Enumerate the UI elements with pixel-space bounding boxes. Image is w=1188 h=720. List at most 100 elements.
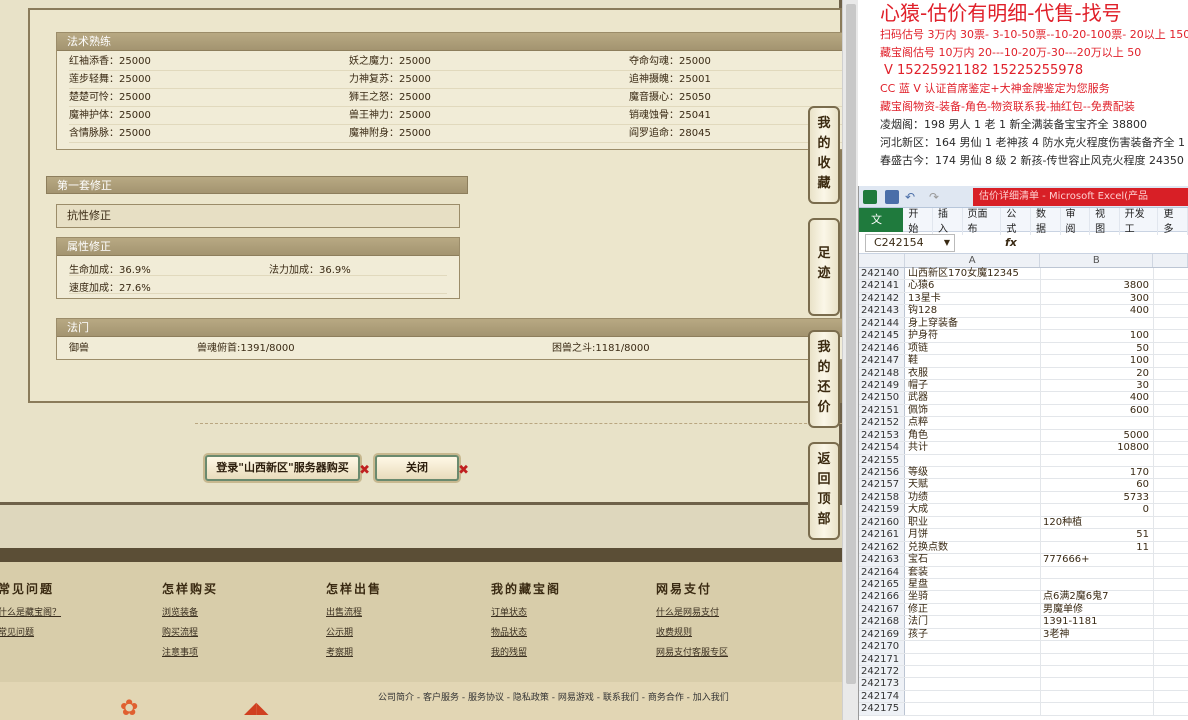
cell-b[interactable] [1041,317,1154,330]
cell-b[interactable]: 100 [1041,355,1154,367]
cell-b[interactable]: 170 [1041,467,1154,479]
footer-link[interactable]: 公示期 [326,623,382,643]
cell-b[interactable]: 5000 [1041,429,1154,442]
corner-cell[interactable] [859,254,905,267]
row-number[interactable]: 242149 [859,379,905,392]
cell-b[interactable]: 777666+ [1041,554,1154,566]
row-number[interactable]: 242141 [859,280,905,292]
row-number[interactable]: 242147 [859,355,905,367]
row-number[interactable]: 242146 [859,342,905,355]
footer-link[interactable]: 什么是藏宝阁？ [0,603,61,623]
row-number[interactable]: 242158 [859,491,905,504]
cell-b[interactable]: 400 [1041,305,1154,317]
row-number[interactable]: 242166 [859,591,905,603]
cell-b[interactable]: 5733 [1041,491,1154,504]
cell-b[interactable] [1041,417,1154,429]
cell-a[interactable]: 修正 [905,603,1041,616]
cell-a[interactable]: 武器 [905,392,1041,404]
column-header-a[interactable]: A [905,254,1041,267]
my-offers-button[interactable]: 我的还价 [808,330,840,428]
tab-developer[interactable]: 开发工 [1120,204,1159,235]
cell-a[interactable]: 身上穿装备 [905,317,1041,330]
row-number[interactable]: 242142 [859,292,905,305]
row-number[interactable]: 242165 [859,578,905,591]
cell-b[interactable]: 3老神 [1041,628,1154,641]
row-number[interactable]: 242143 [859,305,905,317]
cell-a[interactable]: 兑换点数 [905,541,1041,554]
cell-a[interactable] [905,641,1041,653]
footer-link[interactable]: 购买流程 [162,623,218,643]
row-number[interactable]: 242157 [859,479,905,491]
cell-b[interactable]: 60 [1041,479,1154,491]
cell-a[interactable]: 功绩 [905,491,1041,504]
cell-a[interactable]: 13星卡 [905,292,1041,305]
cell-b[interactable]: 30 [1041,379,1154,392]
row-number[interactable]: 242160 [859,516,905,529]
cell-b[interactable] [1041,690,1154,703]
tab-more[interactable]: 更多 [1158,204,1188,235]
cell-b[interactable] [1041,641,1154,653]
cell-a[interactable]: 法门 [905,616,1041,628]
footer-link[interactable]: 物品状态 [491,623,561,643]
footer-link[interactable]: 考察期 [326,643,382,663]
scrollbar-thumb[interactable] [846,4,856,684]
cell-a[interactable]: 帽子 [905,379,1041,392]
cell-a[interactable]: 点粹 [905,417,1041,429]
footer-link[interactable]: 浏览装备 [162,603,218,623]
row-number[interactable]: 242162 [859,541,905,554]
cell-b[interactable]: 50 [1041,342,1154,355]
redo-icon[interactable]: ↷ [929,190,943,204]
cell-a[interactable]: 孩子 [905,628,1041,641]
footer-link[interactable]: 网易支付客服专区 [656,643,728,663]
row-number[interactable]: 242150 [859,392,905,404]
tab-data[interactable]: 数据 [1031,204,1061,235]
row-number[interactable]: 242140 [859,268,905,280]
row-number[interactable]: 242168 [859,616,905,628]
cell-a[interactable]: 共计 [905,442,1041,454]
row-number[interactable]: 242145 [859,330,905,342]
cell-a[interactable]: 衣服 [905,367,1041,379]
cell-a[interactable]: 佩饰 [905,404,1041,417]
row-number[interactable]: 242152 [859,417,905,429]
row-number[interactable]: 242170 [859,641,905,653]
cell-b[interactable]: 51 [1041,529,1154,541]
row-number[interactable]: 242159 [859,504,905,516]
row-number[interactable]: 242153 [859,429,905,442]
cell-a[interactable]: 心猿6 [905,280,1041,292]
row-number[interactable]: 242172 [859,666,905,678]
login-buy-button[interactable]: 登录"山西新区"服务器购买 ✖ [205,455,370,481]
cell-a[interactable]: 星盘 [905,578,1041,591]
row-number[interactable]: 242161 [859,529,905,541]
cell-a[interactable]: 项链 [905,342,1041,355]
cell-a[interactable]: 鞋 [905,355,1041,367]
row-number[interactable]: 242154 [859,442,905,454]
cell-b[interactable] [1041,703,1154,715]
tab-file[interactable]: 文件 [859,207,904,250]
cell-a[interactable] [905,653,1041,665]
favorites-button[interactable]: 我的收藏 [808,106,840,204]
footer-link[interactable]: 出售流程 [326,603,382,623]
cell-b[interactable]: 300 [1041,292,1154,305]
footer-link[interactable]: 收费规则 [656,623,728,643]
row-number[interactable]: 242155 [859,454,905,466]
cell-a[interactable]: 等级 [905,467,1041,479]
bottom-links[interactable]: 公司简介 - 客户服务 - 服务协议 - 隐私政策 - 网易游戏 - 联系我们 … [378,690,729,703]
tab-review[interactable]: 审阅 [1061,204,1091,235]
cell-b[interactable] [1041,678,1154,690]
row-number[interactable]: 242175 [859,703,905,715]
row-number[interactable]: 242151 [859,404,905,417]
cell-a[interactable]: 月饼 [905,529,1041,541]
cell-b[interactable] [1041,666,1154,678]
cell-a[interactable]: 宝石 [905,554,1041,566]
tab-page-layout[interactable]: 页面布 [963,204,1002,235]
cell-b[interactable]: 120种植 [1041,516,1154,529]
name-box[interactable]: C242154 ▼ [865,233,955,252]
cell-b[interactable]: 100 [1041,330,1154,342]
cell-a[interactable]: 职业 [905,516,1041,529]
column-header-b[interactable]: B [1040,254,1154,267]
cell-a[interactable] [905,703,1041,715]
cell-a[interactable]: 山西新区170女魔12345 [905,268,1041,280]
cell-b[interactable]: 男魔单修 [1041,603,1154,616]
cell-a[interactable] [905,678,1041,690]
cell-b[interactable] [1041,268,1154,280]
